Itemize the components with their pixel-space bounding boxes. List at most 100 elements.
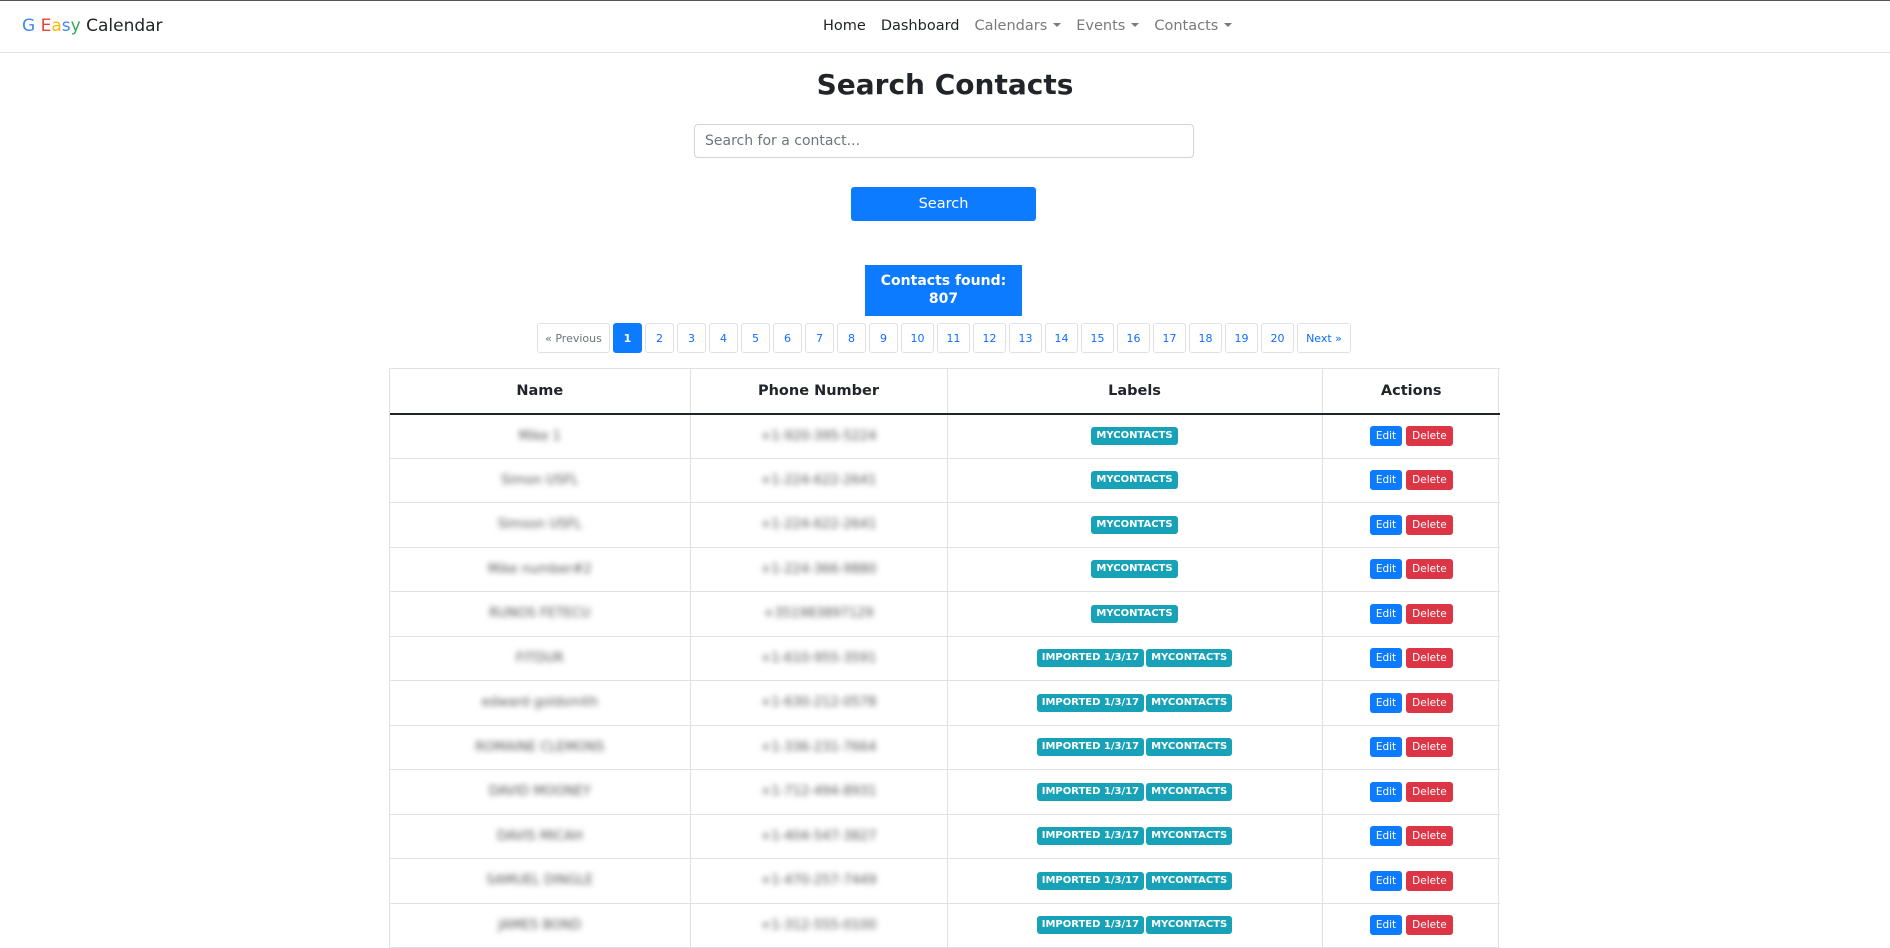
pagination-page-10[interactable]: 10: [901, 323, 934, 353]
label-badge: IMPORTED 1/3/17: [1036, 827, 1145, 846]
pagination-page-18[interactable]: 18: [1189, 323, 1222, 353]
pagination-page-19[interactable]: 19: [1225, 323, 1258, 353]
contact-phone: +351983897129: [763, 606, 874, 622]
contact-phone: +1-224-622-2641: [760, 472, 877, 488]
pagination-page-12[interactable]: 12: [973, 323, 1006, 353]
delete-button[interactable]: Delete: [1406, 426, 1453, 446]
pagination-page-15[interactable]: 15: [1081, 323, 1114, 353]
edit-button[interactable]: Edit: [1369, 737, 1403, 758]
contact-name-cell: DAVID MOONEY: [390, 769, 691, 815]
contact-labels-cell: IMPORTED 1/3/17 MYCONTACTS: [947, 814, 1323, 859]
contacts-found-badge: Contacts found: 807: [865, 265, 1022, 316]
contact-actions-cell: Edit Delete: [1322, 502, 1500, 548]
header-labels: Labels: [947, 368, 1323, 415]
pagination-page-20[interactable]: 20: [1261, 323, 1294, 353]
table-row: FITDUR +1-610-955-3591 IMPORTED 1/3/17 MYCO…: [390, 636, 1500, 681]
contact-name-cell: Simon USFL: [390, 458, 691, 503]
pagination-page-2[interactable]: 2: [645, 323, 674, 353]
pagination-page-5[interactable]: 5: [741, 323, 770, 353]
contact-name-cell: ROMAINE CLEMONS: [390, 725, 691, 770]
nav-calendars-dropdown[interactable]: Calendars: [975, 18, 1062, 34]
brand-letter-g: G: [22, 16, 36, 36]
pagination-page-9[interactable]: 9: [869, 323, 898, 353]
delete-button[interactable]: Delete: [1406, 781, 1453, 802]
edit-button[interactable]: Edit: [1369, 470, 1403, 491]
delete-button[interactable]: Delete: [1406, 648, 1453, 669]
contact-name: Simson USFL: [497, 517, 582, 533]
delete-button[interactable]: Delete: [1406, 870, 1453, 891]
brand-letter-s: s: [61, 16, 71, 36]
contact-name: Mike 1: [518, 428, 561, 444]
contact-labels-cell: IMPORTED 1/3/17 MYCONTACTS: [947, 858, 1323, 904]
search-button[interactable]: Search: [851, 187, 1036, 221]
pagination-page-6[interactable]: 6: [773, 323, 802, 353]
contact-phone-cell: +1-404-547-3827: [690, 814, 948, 859]
edit-button[interactable]: Edit: [1369, 603, 1403, 624]
delete-button[interactable]: Delete: [1406, 737, 1453, 758]
pagination-page-3[interactable]: 3: [677, 323, 706, 353]
edit-button[interactable]: Edit: [1369, 915, 1403, 936]
pagination-previous[interactable]: « Previous: [537, 323, 610, 353]
delete-button[interactable]: Delete: [1406, 915, 1453, 936]
pagination-page-14[interactable]: 14: [1045, 323, 1078, 353]
nav-contacts-dropdown[interactable]: Contacts: [1154, 18, 1233, 34]
contact-name: DAVID MOONEY: [488, 784, 591, 800]
nav-home[interactable]: Home: [823, 18, 866, 34]
nav-dashboard[interactable]: Dashboard: [881, 18, 960, 34]
contacts-found-count: 807: [928, 291, 959, 307]
contact-name: FITDUR: [515, 650, 564, 666]
brand-name: Calendar: [86, 16, 163, 36]
main-nav: Home Dashboard Calendars Events Contacts: [823, 18, 1247, 34]
contact-name: DAVIS MICAH: [496, 828, 583, 844]
table-row: SAMUEL DINGLE +1-470-257-7449 IMPORTED 1/3…: [390, 858, 1500, 904]
contact-phone-cell: +1-224-622-2641: [690, 502, 948, 548]
delete-button[interactable]: Delete: [1406, 514, 1453, 535]
contact-actions-cell: Edit Delete: [1322, 814, 1500, 859]
pagination-page-11[interactable]: 11: [937, 323, 970, 353]
contact-labels-cell: IMPORTED 1/3/17 MYCONTACTS: [947, 903, 1323, 948]
delete-button[interactable]: Delete: [1406, 692, 1453, 713]
delete-button[interactable]: Delete: [1406, 826, 1453, 847]
pagination-page-16[interactable]: 16: [1117, 323, 1150, 353]
nav-events-label: Events: [1076, 18, 1126, 34]
edit-button[interactable]: Edit: [1369, 426, 1403, 446]
delete-button[interactable]: Delete: [1406, 559, 1453, 580]
pagination-page-13[interactable]: 13: [1009, 323, 1042, 353]
edit-button[interactable]: Edit: [1369, 648, 1403, 669]
contact-actions-cell: Edit Delete: [1322, 591, 1500, 637]
delete-button[interactable]: Delete: [1406, 470, 1453, 491]
contacts-found-label: Contacts found:: [880, 273, 1007, 289]
contact-phone: +1-224-366-9880: [760, 561, 877, 577]
contact-phone: +1-336-231-7664: [760, 739, 877, 755]
brand-logo[interactable]: G Easy Calendar: [22, 16, 163, 36]
table-row: DAVID MOONEY +1-712-494-8931 IMPORTED 1/3/…: [390, 769, 1500, 815]
pagination-page-4[interactable]: 4: [709, 323, 738, 353]
edit-button[interactable]: Edit: [1369, 826, 1403, 847]
edit-button[interactable]: Edit: [1369, 514, 1403, 535]
contact-actions-cell: Edit Delete: [1322, 858, 1500, 904]
pagination-page-7[interactable]: 7: [805, 323, 834, 353]
pagination-next[interactable]: Next »: [1297, 323, 1351, 353]
pagination: « Previous 1 2 3 4 5 6 7 8 9 10 11 12 13 14 15 16 17 18 19 2…: [537, 323, 1354, 353]
label-badge: IMPORTED 1/3/17: [1036, 738, 1145, 757]
table-row: Simson USFL +1-224-622-2641 MYCONTACTS Edit…: [390, 502, 1500, 548]
edit-button[interactable]: Edit: [1369, 692, 1403, 713]
delete-button[interactable]: Delete: [1406, 603, 1453, 624]
pagination-page-8[interactable]: 8: [837, 323, 866, 353]
contact-phone-cell: +1-224-622-2641: [690, 458, 948, 503]
pagination-page-17[interactable]: 17: [1153, 323, 1186, 353]
contact-phone-cell: +1-630-212-0578: [690, 680, 948, 726]
pagination-page-1[interactable]: 1: [613, 323, 642, 353]
label-badge: MYCONTACTS: [1091, 604, 1178, 623]
nav-events-dropdown[interactable]: Events: [1076, 18, 1140, 34]
label-badge: MYCONTACTS: [1091, 515, 1178, 534]
table-row: Mike 1 +1-920-395-5224 MYCONTACTS Edit Delet…: [390, 413, 1500, 459]
edit-button[interactable]: Edit: [1369, 559, 1403, 580]
edit-button[interactable]: Edit: [1369, 870, 1403, 891]
caret-down-icon: [1053, 23, 1062, 27]
contact-phone: +1-712-494-8931: [760, 784, 877, 800]
search-input[interactable]: [694, 124, 1194, 158]
brand-letter-y: y: [70, 16, 81, 36]
edit-button[interactable]: Edit: [1369, 781, 1403, 802]
header-phone: Phone Number: [690, 368, 948, 415]
